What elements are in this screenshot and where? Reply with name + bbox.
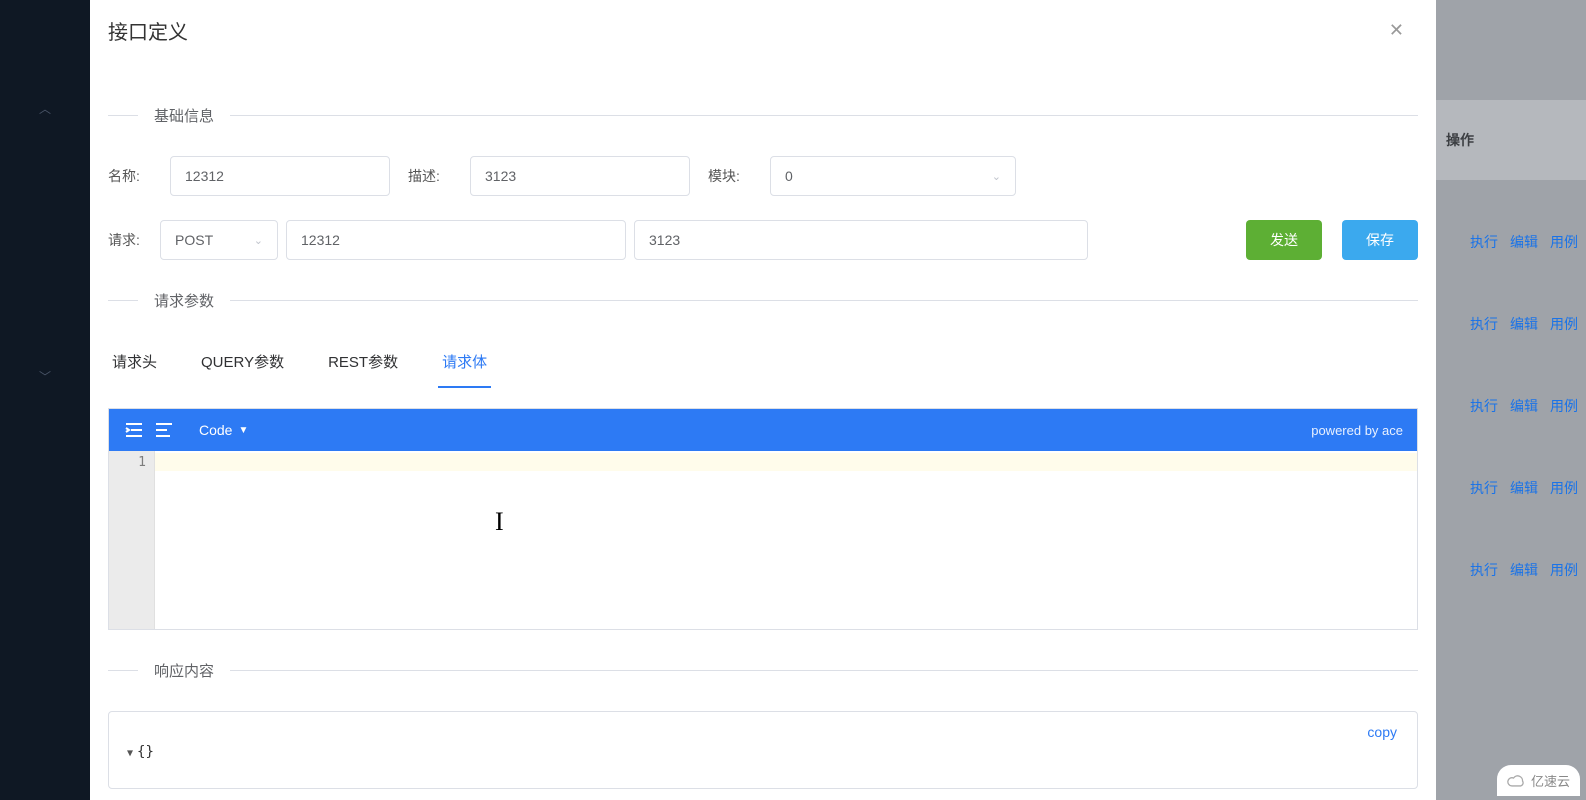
module-select[interactable]: 0 ⌄ bbox=[770, 156, 1016, 196]
exec-link[interactable]: 执行 bbox=[1470, 560, 1498, 580]
api-definition-modal: 接口定义 ✕ 基础信息 名称: 描述: 模块: bbox=[90, 0, 1436, 800]
editor-mode-value: Code bbox=[199, 422, 232, 438]
edit-link[interactable]: 编辑 bbox=[1510, 478, 1538, 498]
case-link[interactable]: 用例 bbox=[1550, 314, 1578, 334]
triangle-down-icon: ▼ bbox=[238, 425, 248, 436]
editor-powered-by: powered by ace bbox=[1311, 423, 1403, 438]
url-input-2[interactable] bbox=[634, 220, 1088, 260]
section-response: 响应内容 bbox=[108, 660, 1418, 681]
section-basic-label: 基础信息 bbox=[138, 105, 230, 126]
case-link[interactable]: 用例 bbox=[1550, 232, 1578, 252]
editor-mode-select[interactable]: Code ▼ bbox=[199, 422, 248, 438]
name-label: 名称: bbox=[108, 166, 152, 186]
tab-body[interactable]: 请求体 bbox=[438, 341, 491, 388]
json-root: {} bbox=[137, 744, 154, 760]
chevron-up-icon[interactable]: ︿ bbox=[31, 92, 59, 125]
table-header-ops: 操作 bbox=[1436, 100, 1586, 180]
module-label: 模块: bbox=[708, 166, 752, 186]
col-ops-label: 操作 bbox=[1446, 130, 1474, 150]
edit-link[interactable]: 编辑 bbox=[1510, 560, 1538, 580]
exec-link[interactable]: 执行 bbox=[1470, 314, 1498, 334]
table-row: 执行 编辑 用例 bbox=[1470, 560, 1578, 580]
name-input[interactable] bbox=[170, 156, 390, 196]
save-button[interactable]: 保存 bbox=[1342, 220, 1418, 260]
chevron-down-icon: ⌄ bbox=[254, 234, 263, 247]
exec-link[interactable]: 执行 bbox=[1470, 478, 1498, 498]
case-link[interactable]: 用例 bbox=[1550, 478, 1578, 498]
table-row: 执行 编辑 用例 bbox=[1470, 396, 1578, 416]
text-cursor-icon: I bbox=[495, 507, 504, 537]
section-basic: 基础信息 bbox=[108, 105, 1418, 126]
table-row: 执行 编辑 用例 bbox=[1470, 232, 1578, 252]
triangle-down-icon[interactable]: ▼ bbox=[127, 748, 133, 759]
request-row: 请求: POST ⌄ 发送 保存 bbox=[108, 220, 1418, 260]
chevron-down-icon: ⌄ bbox=[992, 170, 1001, 183]
chevron-down-icon[interactable]: ﹀ bbox=[31, 360, 59, 393]
app-sidebar: ︿ ﹀ bbox=[0, 0, 90, 800]
name-field[interactable] bbox=[185, 168, 375, 184]
desc-field[interactable] bbox=[485, 168, 675, 184]
copy-button[interactable]: copy bbox=[1367, 724, 1397, 740]
module-value: 0 bbox=[785, 168, 793, 184]
request-label: 请求: bbox=[108, 230, 152, 250]
basic-info-row: 名称: 描述: 模块: 0 ⌄ bbox=[108, 156, 1418, 196]
url2-field[interactable] bbox=[649, 232, 1073, 248]
edit-link[interactable]: 编辑 bbox=[1510, 314, 1538, 334]
table-row: 执行 编辑 用例 bbox=[1470, 314, 1578, 334]
response-box: copy ▼ {} bbox=[108, 711, 1418, 789]
table-row: 执行 编辑 用例 bbox=[1470, 478, 1578, 498]
section-response-label: 响应内容 bbox=[138, 660, 230, 681]
watermark-badge: 亿速云 bbox=[1497, 765, 1580, 796]
url1-field[interactable] bbox=[301, 232, 611, 248]
exec-link[interactable]: 执行 bbox=[1470, 396, 1498, 416]
tab-headers[interactable]: 请求头 bbox=[108, 341, 161, 388]
case-link[interactable]: 用例 bbox=[1550, 396, 1578, 416]
edit-link[interactable]: 编辑 bbox=[1510, 232, 1538, 252]
watermark-text: 亿速云 bbox=[1531, 771, 1570, 790]
gutter-line-1: 1 bbox=[109, 455, 146, 470]
editor-toolbar: Code ▼ powered by ace bbox=[109, 409, 1417, 451]
close-icon[interactable]: ✕ bbox=[1385, 16, 1408, 45]
exec-link[interactable]: 执行 bbox=[1470, 232, 1498, 252]
section-params: 请求参数 bbox=[108, 290, 1418, 311]
edit-link[interactable]: 编辑 bbox=[1510, 396, 1538, 416]
section-params-label: 请求参数 bbox=[138, 290, 230, 311]
active-line-highlight bbox=[155, 453, 1417, 471]
align-left-icon[interactable] bbox=[153, 419, 175, 441]
response-json[interactable]: ▼ {} bbox=[127, 744, 1399, 760]
editor-textarea[interactable]: I bbox=[155, 451, 1417, 629]
tab-rest[interactable]: REST参数 bbox=[324, 341, 402, 388]
desc-input[interactable] bbox=[470, 156, 690, 196]
tab-query[interactable]: QUERY参数 bbox=[197, 341, 288, 388]
desc-label: 描述: bbox=[408, 166, 452, 186]
code-editor: Code ▼ powered by ace 1 I bbox=[108, 408, 1418, 630]
send-button[interactable]: 发送 bbox=[1246, 220, 1322, 260]
case-link[interactable]: 用例 bbox=[1550, 560, 1578, 580]
indent-icon[interactable] bbox=[123, 419, 145, 441]
cloud-icon bbox=[1507, 774, 1525, 788]
method-select[interactable]: POST ⌄ bbox=[160, 220, 278, 260]
method-value: POST bbox=[175, 232, 213, 248]
editor-gutter: 1 bbox=[109, 451, 155, 629]
url-input-1[interactable] bbox=[286, 220, 626, 260]
param-tabs: 请求头 QUERY参数 REST参数 请求体 bbox=[108, 341, 1418, 388]
editor-body[interactable]: 1 I bbox=[109, 451, 1417, 629]
modal-title: 接口定义 bbox=[108, 16, 188, 45]
